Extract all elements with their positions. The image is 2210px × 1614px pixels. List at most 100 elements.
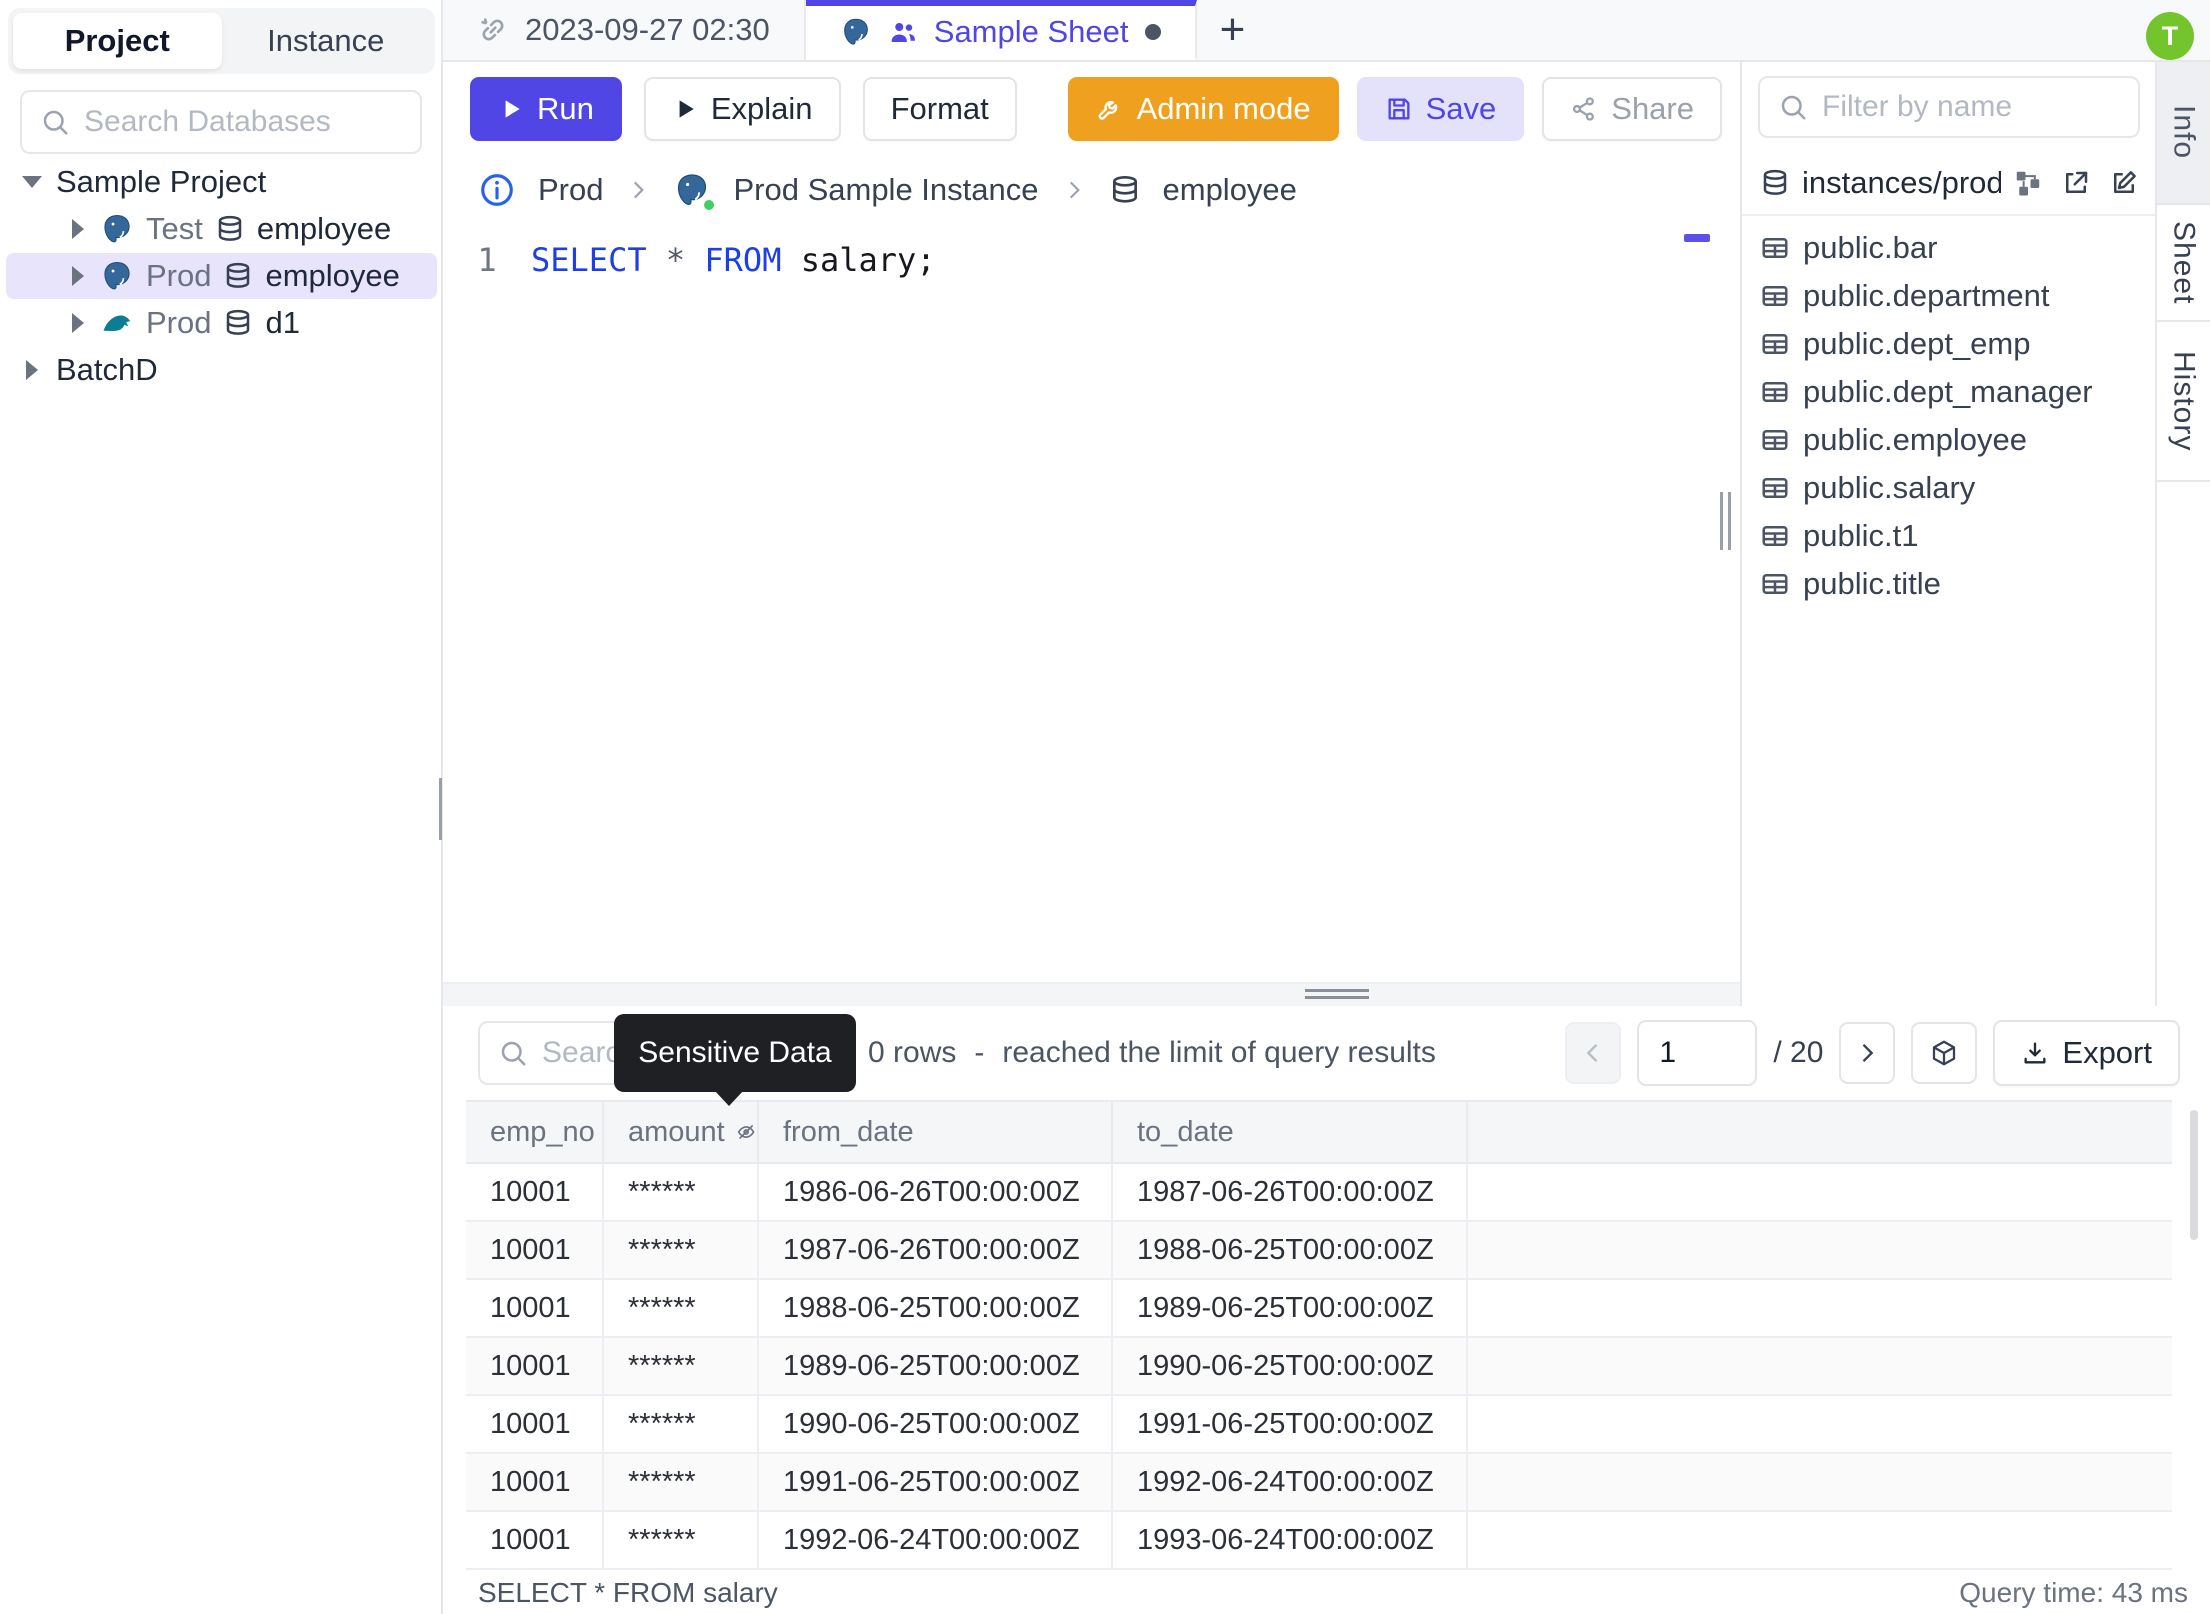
info-icon[interactable] bbox=[478, 171, 516, 209]
table-list-item[interactable]: public.dept_emp bbox=[1742, 320, 2157, 368]
cell[interactable]: 1987-06-26T00:00:00Z bbox=[1113, 1164, 1468, 1222]
cell-masked[interactable]: ****** bbox=[604, 1164, 759, 1222]
external-link-icon[interactable] bbox=[2061, 168, 2091, 198]
line-number: 1 bbox=[477, 241, 497, 279]
table-list-item[interactable]: public.employee bbox=[1742, 416, 2157, 464]
cell[interactable]: 1987-06-26T00:00:00Z bbox=[759, 1222, 1113, 1280]
cell-masked[interactable]: ****** bbox=[604, 1222, 759, 1280]
side-tab-info[interactable]: Info bbox=[2157, 62, 2210, 205]
visualize-button[interactable] bbox=[1911, 1022, 1978, 1084]
cell[interactable]: 10001 bbox=[466, 1280, 604, 1338]
cell-masked[interactable]: ****** bbox=[604, 1454, 759, 1512]
cell[interactable]: 1988-06-25T00:00:00Z bbox=[1113, 1222, 1468, 1280]
tab-sample-sheet-active[interactable]: Sample Sheet bbox=[805, 0, 1197, 60]
cell[interactable]: 10001 bbox=[466, 1222, 604, 1280]
tab-instance[interactable]: Instance bbox=[222, 13, 431, 69]
cell[interactable]: 10001 bbox=[466, 1164, 604, 1222]
user-avatar[interactable]: T bbox=[2146, 12, 2194, 60]
cell[interactable]: 1988-06-25T00:00:00Z bbox=[759, 1280, 1113, 1338]
status-bar: SELECT * FROM salary Query time: 43 ms bbox=[443, 1572, 2210, 1614]
new-tab-button[interactable]: + bbox=[1197, 0, 1269, 60]
environment-label: Test bbox=[146, 211, 203, 246]
executed-query-text: SELECT * FROM salary bbox=[478, 1577, 778, 1608]
sql-editor[interactable]: 1 SELECT * FROM salary; bbox=[443, 225, 1740, 982]
table-list-item[interactable]: public.dept_manager bbox=[1742, 368, 2157, 416]
cell-masked[interactable]: ****** bbox=[604, 1396, 759, 1454]
cell[interactable]: 10001 bbox=[466, 1512, 604, 1570]
edit-icon[interactable] bbox=[2109, 168, 2139, 198]
tree-item-sample-project[interactable]: Sample Project bbox=[6, 159, 437, 205]
share-button[interactable]: Share bbox=[1542, 76, 1722, 141]
table-list-item[interactable]: public.t1 bbox=[1742, 512, 2157, 560]
limit-message: reached the limit of query results bbox=[1002, 1036, 1436, 1069]
explain-button[interactable]: Explain bbox=[643, 76, 841, 141]
cell[interactable]: 1986-06-26T00:00:00Z bbox=[759, 1164, 1113, 1222]
left-sidebar: Project Instance Sample Project Test emp… bbox=[0, 0, 443, 1614]
cell[interactable]: 1990-06-25T00:00:00Z bbox=[1113, 1338, 1468, 1396]
cell[interactable]: 10001 bbox=[466, 1454, 604, 1512]
side-tab-history[interactable]: History bbox=[2157, 322, 2210, 482]
cell[interactable]: 1991-06-25T00:00:00Z bbox=[1113, 1396, 1468, 1454]
cell[interactable]: 1989-06-25T00:00:00Z bbox=[1113, 1280, 1468, 1338]
cell-masked[interactable]: ****** bbox=[604, 1512, 759, 1570]
table-list-item[interactable]: public.salary bbox=[1742, 464, 2157, 512]
save-button[interactable]: Save bbox=[1356, 76, 1525, 141]
page-number-input[interactable] bbox=[1637, 1020, 1758, 1086]
postgresql-icon bbox=[104, 261, 130, 290]
export-button[interactable]: Export bbox=[1993, 1020, 2180, 1086]
side-tab-sheet[interactable]: Sheet bbox=[2157, 205, 2210, 322]
cell[interactable]: 1993-06-24T00:00:00Z bbox=[1113, 1512, 1468, 1570]
database-search[interactable] bbox=[20, 90, 422, 154]
table-icon bbox=[1762, 430, 1788, 450]
breadcrumb-database[interactable]: employee bbox=[1163, 172, 1297, 208]
sidebar-tab-switcher: Project Instance bbox=[8, 8, 435, 74]
chevron-right-icon bbox=[68, 266, 88, 286]
next-page-button[interactable] bbox=[1839, 1022, 1896, 1084]
database-search-input[interactable] bbox=[84, 105, 402, 139]
tree-item-prod-d1[interactable]: Prod d1 bbox=[6, 300, 437, 346]
table-icon bbox=[1762, 286, 1788, 306]
cell[interactable]: 1989-06-25T00:00:00Z bbox=[759, 1338, 1113, 1396]
table-list-item[interactable]: public.title bbox=[1742, 560, 2157, 608]
cell[interactable]: 1992-06-24T00:00:00Z bbox=[759, 1512, 1113, 1570]
table-filter-input[interactable] bbox=[1822, 90, 2120, 124]
run-button[interactable]: Run bbox=[470, 76, 622, 141]
cell[interactable]: 10001 bbox=[466, 1396, 604, 1454]
chevron-right-icon bbox=[634, 181, 645, 199]
tab-label: Sample Sheet bbox=[933, 14, 1129, 49]
tree-item-prod-employee-selected[interactable]: Prod employee bbox=[6, 253, 437, 299]
breadcrumb-instance[interactable]: Prod Sample Instance bbox=[733, 172, 1038, 208]
tree-item-batchd[interactable]: BatchD bbox=[6, 347, 437, 393]
database-label: employee bbox=[265, 258, 400, 293]
breadcrumb-environment[interactable]: Prod bbox=[538, 172, 603, 208]
cell-masked[interactable]: ****** bbox=[604, 1280, 759, 1338]
admin-mode-button[interactable]: Admin mode bbox=[1067, 76, 1339, 141]
vertical-scrollbar[interactable] bbox=[2190, 1110, 2198, 1240]
cell-masked[interactable]: ****** bbox=[604, 1338, 759, 1396]
right-panel-resize-handle[interactable] bbox=[1717, 492, 1733, 550]
cell[interactable]: 1991-06-25T00:00:00Z bbox=[759, 1454, 1113, 1512]
sql-code-line[interactable]: 1 SELECT * FROM salary; bbox=[443, 225, 1740, 279]
table-list-item[interactable]: public.department bbox=[1742, 272, 2157, 320]
schema-diagram-icon[interactable] bbox=[2013, 168, 2043, 198]
environment-label: Prod bbox=[146, 305, 212, 340]
postgresql-icon bbox=[843, 18, 868, 45]
tab-project[interactable]: Project bbox=[13, 13, 222, 69]
connection-path: instances/prod bbox=[1802, 165, 2001, 200]
tree-item-test-employee[interactable]: Test employee bbox=[6, 206, 437, 252]
table-list-item[interactable]: public.bar bbox=[1742, 224, 2157, 272]
column-header-emp-no: emp_no bbox=[466, 1102, 604, 1164]
cell[interactable]: 1990-06-25T00:00:00Z bbox=[759, 1396, 1113, 1454]
results-resize-handle[interactable] bbox=[1305, 989, 1369, 1002]
table-filter[interactable] bbox=[1758, 76, 2140, 138]
cell[interactable]: 1992-06-24T00:00:00Z bbox=[1113, 1454, 1468, 1512]
schema-panel: instances/prod public.bar public.departm… bbox=[1740, 62, 2157, 1006]
tab-history-sheet[interactable]: 2023-09-27 02:30 bbox=[443, 0, 806, 60]
results-toolbar: Sensitive Data 0 rows - reached the limi… bbox=[443, 1006, 2210, 1106]
cell[interactable]: 10001 bbox=[466, 1338, 604, 1396]
format-button[interactable]: Format bbox=[862, 76, 1017, 141]
database-label: employee bbox=[256, 211, 392, 246]
cell-filler bbox=[1468, 1280, 2172, 1338]
prev-page-button[interactable] bbox=[1565, 1022, 1622, 1084]
share-icon bbox=[1573, 96, 1595, 121]
